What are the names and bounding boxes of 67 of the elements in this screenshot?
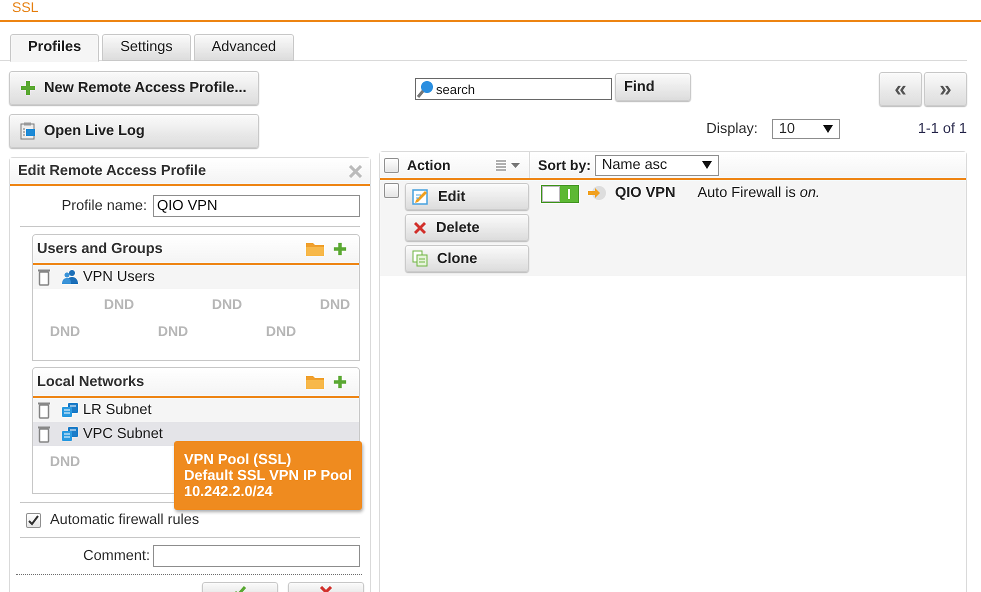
list-item[interactable]: LR Subnet [33, 398, 359, 422]
clipboard-icon [20, 122, 36, 140]
delete-icon [412, 220, 428, 236]
column-menu-icon[interactable] [495, 159, 521, 171]
field-label: Comment: [83, 548, 150, 564]
tab[interactable]: Advanced [194, 34, 294, 61]
profile-name-field[interactable]: QIO VPN [153, 195, 360, 217]
tab[interactable]: Profiles [10, 34, 100, 62]
panel-title: Edit Remote Access Profile [18, 163, 206, 179]
live-log-button[interactable]: Open Live Log [9, 114, 259, 148]
plus-icon [20, 80, 36, 96]
add-icon[interactable] [333, 375, 347, 389]
comment-field[interactable] [153, 545, 360, 567]
drop-hint: DND [210, 296, 244, 312]
copy-icon [412, 250, 429, 267]
drop-hint: DND [264, 323, 298, 339]
network-icon [61, 426, 79, 442]
item-label: LR Subnet [83, 402, 152, 418]
arrow-in-icon [587, 185, 607, 201]
checkbox-label: Automatic firewall rules [50, 512, 200, 528]
page-size-select[interactable]: 10 [772, 119, 840, 139]
drop-hint: DND [48, 323, 82, 339]
dropdown-arrow-icon [702, 161, 712, 169]
display-label: Display: [706, 121, 758, 137]
search-icon [416, 80, 434, 98]
firewall-checkbox[interactable] [26, 512, 41, 528]
dropdown-arrow-icon [822, 125, 833, 133]
profile-description: Auto Firewall is on. [697, 185, 820, 201]
drop-hint: DND [318, 296, 352, 312]
close-icon[interactable] [349, 164, 362, 178]
drop-hint: DND [156, 323, 190, 339]
folder-icon[interactable] [305, 374, 325, 390]
sort-select[interactable]: Name asc [594, 154, 719, 176]
column-header: Action [407, 157, 452, 173]
page-range: 1-1 of 1 [918, 121, 967, 137]
new-profile-button[interactable]: New Remote Access Profile... [9, 71, 259, 105]
folder-icon[interactable] [305, 241, 325, 257]
profile-name: QIO VPN [615, 185, 676, 201]
delete-button[interactable]: Delete [405, 214, 529, 241]
clone-button[interactable]: Clone [405, 245, 529, 272]
previous-page-button[interactable]: « [879, 72, 922, 106]
drop-hint: DND [102, 296, 136, 312]
item-label: VPN Users [83, 269, 155, 285]
box-title: Local Networks [37, 374, 146, 390]
edit-button[interactable]: Edit [405, 183, 529, 210]
search-field[interactable]: search [415, 78, 612, 100]
next-page-button[interactable]: » [924, 72, 967, 106]
field-label: Profile name: [62, 198, 147, 214]
network-icon [61, 402, 79, 418]
page-title: SSL [0, 0, 981, 22]
trash-icon[interactable] [37, 268, 51, 286]
item-label: VPC Subnet [83, 426, 163, 442]
drop-hint: DND [48, 453, 82, 469]
box-title: Users and Groups [37, 241, 164, 257]
add-icon[interactable] [333, 242, 347, 256]
trash-icon[interactable] [37, 425, 51, 443]
tooltip: VPN Pool (SSL) Default SSL VPN IP Pool 10.242.2.0/24 [174, 441, 362, 510]
edit-icon [412, 188, 430, 206]
list-item[interactable]: VPN Users [33, 265, 359, 289]
sort-label: Sort by: [538, 157, 591, 173]
trash-icon[interactable] [37, 401, 51, 419]
find-button[interactable]: Find [615, 73, 691, 101]
users-icon [61, 269, 79, 285]
select-all-checkbox[interactable] [384, 158, 399, 172]
enable-toggle[interactable] [541, 185, 579, 203]
row-checkbox[interactable] [384, 183, 399, 198]
tab[interactable]: Settings [102, 34, 191, 61]
